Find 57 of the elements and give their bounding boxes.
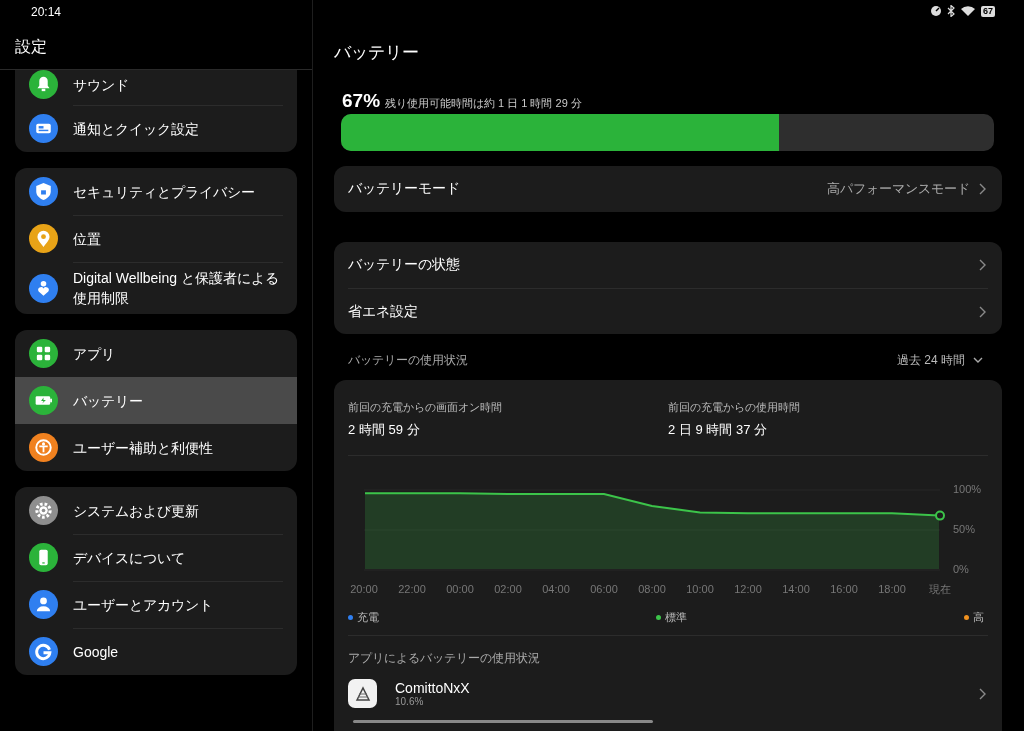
sidebar-item[interactable]: Google: [15, 628, 297, 675]
x-tick-label: 22:00: [398, 583, 426, 595]
sidebar-item[interactable]: デバイスについて: [15, 534, 297, 581]
sidebar-item[interactable]: セキュリティとプライバシー: [15, 168, 297, 215]
sidebar-item[interactable]: バッテリー: [15, 377, 297, 424]
y-tick-label: 0%: [953, 563, 969, 575]
x-tick-label: 12:00: [734, 583, 762, 595]
status-time: 20:14: [30, 4, 63, 20]
stat-label: 前回の充電からの使用時間: [668, 400, 801, 415]
sidebar-item[interactable]: ユーザーとアカウント: [15, 581, 297, 628]
x-tick-label: 現在: [929, 583, 951, 595]
y-tick-label: 100%: [953, 483, 982, 495]
x-tick-label: 14:00: [782, 583, 810, 595]
wifi-icon: [960, 5, 976, 17]
x-tick-label: 16:00: [830, 583, 858, 595]
chevron-down-icon: [972, 356, 984, 364]
app-name: ComittoNxX: [395, 680, 471, 696]
x-tick-label: 06:00: [590, 583, 618, 595]
stat-label: 前回の充電からの画面オン時間: [348, 400, 503, 415]
x-tick-label: 02:00: [494, 583, 522, 595]
legend-label: 標準: [665, 610, 687, 625]
settings-row[interactable]: 省エネ設定: [348, 288, 988, 334]
stat-value: 2 日 9 時間 37 分: [668, 421, 768, 439]
battery-percent: 67%: [342, 90, 381, 112]
gauge-icon: [930, 5, 942, 17]
usage-percent: 10.6%: [395, 696, 425, 707]
section-title: バッテリーの使用状況: [348, 351, 468, 369]
sidebar-item[interactable]: Digital Wellbeing と保護者による使用制限: [15, 262, 297, 314]
screen-title: バッテリー: [334, 42, 420, 64]
legend-label: 充電: [357, 610, 379, 625]
x-tick-label: 18:00: [878, 583, 906, 595]
bluetooth-icon: [947, 5, 955, 17]
remaining-time: 残り使用可能時間は約 1 日 1 時間 29 分: [385, 96, 582, 111]
gesture-bar[interactable]: [353, 720, 653, 723]
x-tick-label: 20:00: [350, 583, 378, 595]
app-icon: [348, 679, 377, 708]
section-title: アプリによるバッテリーの使用状況: [348, 650, 541, 667]
sidebar-item[interactable]: ユーザー補助と利便性: [15, 424, 297, 471]
battery-indicator: 67: [981, 5, 995, 17]
x-tick-label: 10:00: [686, 583, 714, 595]
y-tick-label: 50%: [953, 523, 976, 535]
chart-point: [935, 510, 945, 521]
sidebar-item[interactable]: 通知とクイック設定: [15, 105, 297, 152]
settings-row[interactable]: バッテリーモード 高パフォーマンスモード: [348, 166, 988, 212]
range-dropdown[interactable]: 過去 24 時間: [897, 351, 984, 369]
app-row[interactable]: ComittoNxX 10.6%: [348, 667, 988, 708]
sidebar-item[interactable]: システムおよび更新: [15, 487, 297, 534]
sidebar-item[interactable]: サウンド: [15, 70, 297, 105]
sidebar-item[interactable]: アプリ: [15, 330, 297, 377]
x-tick-label: 04:00: [542, 583, 570, 595]
stat-value: 2 時間 59 分: [348, 421, 421, 439]
legend-label: 高: [973, 610, 984, 625]
x-tick-label: 00:00: [446, 583, 474, 595]
sidebar-item[interactable]: 位置: [15, 215, 297, 262]
row-value: 高パフォーマンスモード: [827, 180, 970, 198]
settings-row[interactable]: バッテリーの状態: [348, 242, 988, 288]
x-tick-label: 08:00: [638, 583, 666, 595]
